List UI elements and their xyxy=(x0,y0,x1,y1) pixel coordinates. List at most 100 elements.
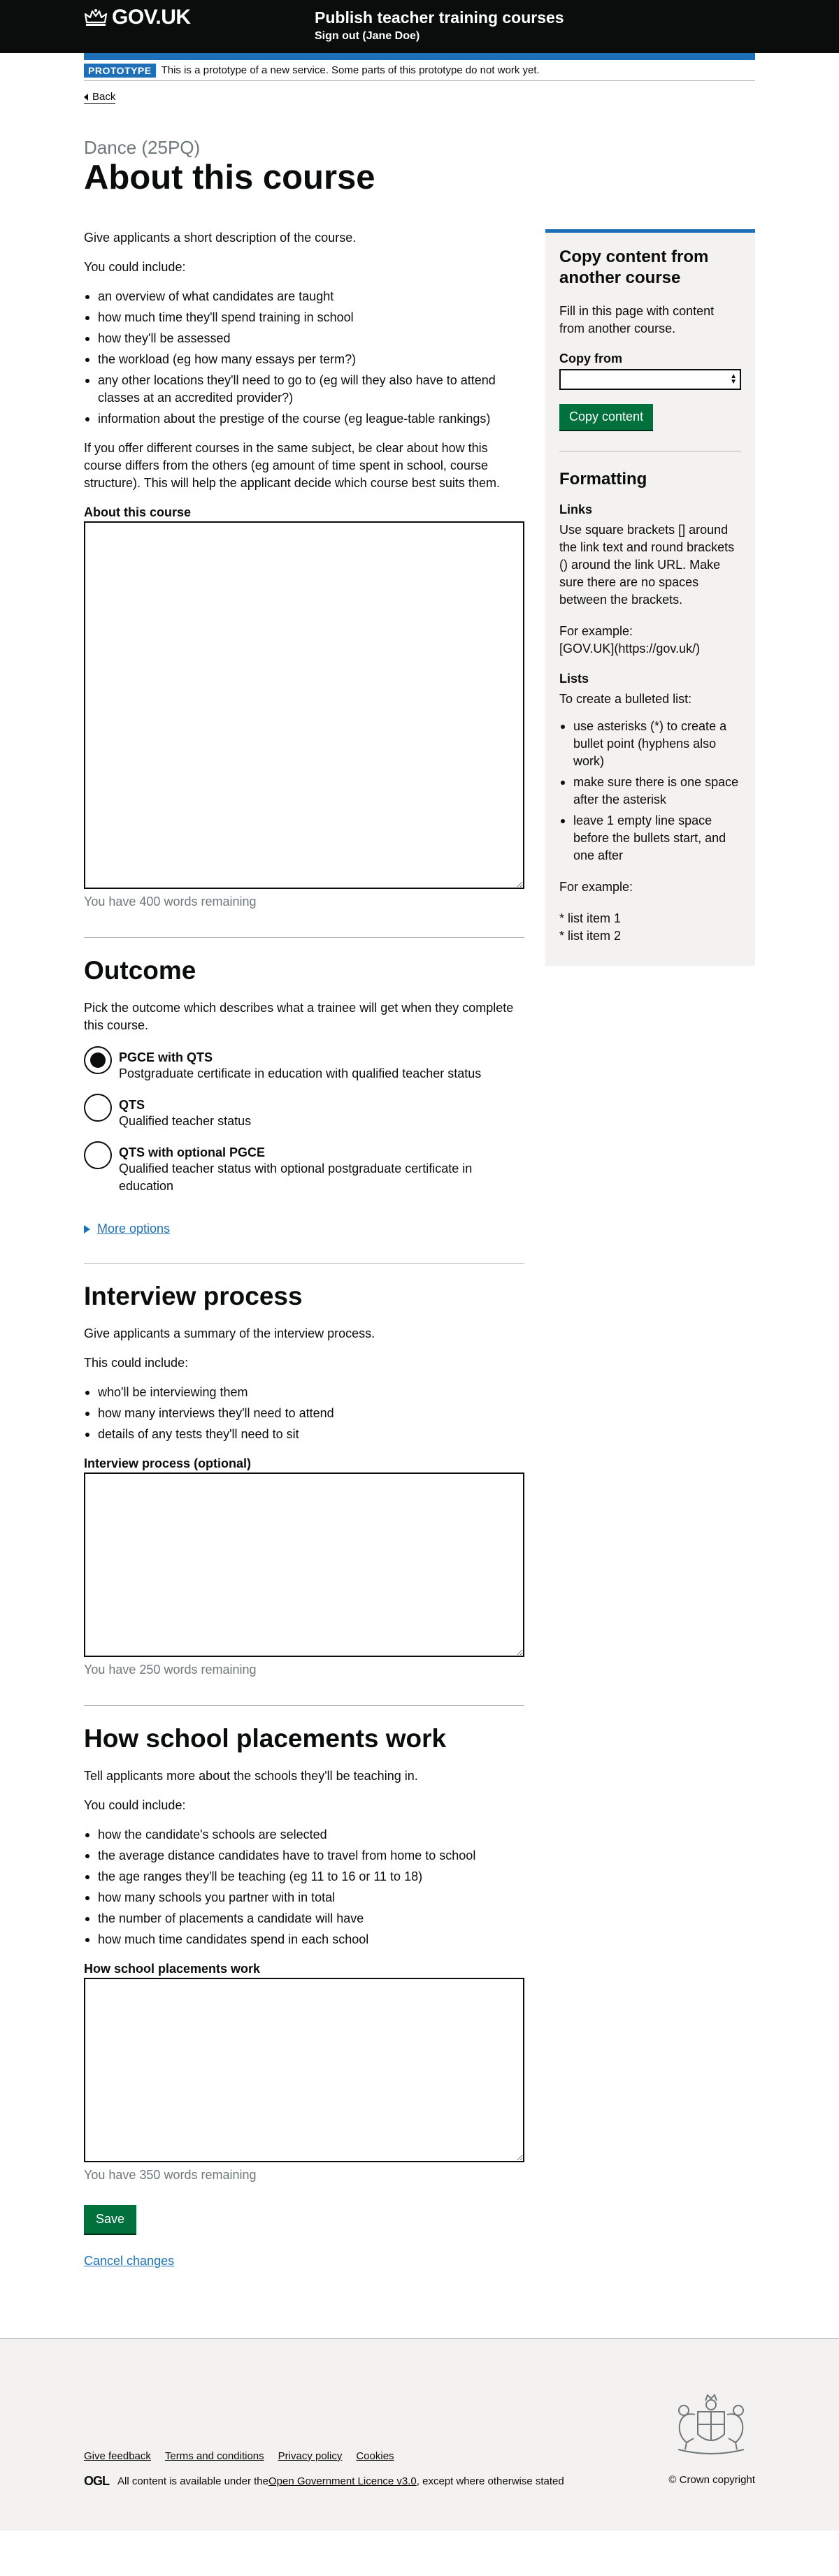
about-label: About this course xyxy=(84,505,192,520)
list-item: the average distance candidates have to … xyxy=(84,1847,524,1865)
list-item: details of any tests they'll need to sit xyxy=(84,1426,524,1443)
section-divider xyxy=(84,1705,524,1706)
more-options-details[interactable]: More options xyxy=(84,1222,524,1236)
placements-textarea[interactable] xyxy=(84,1977,524,2162)
list-item: who'll be interviewing them xyxy=(84,1384,524,1401)
back-link[interactable]: Back xyxy=(84,91,116,104)
phase-tag: PROTOTYPE xyxy=(84,63,156,78)
list-item: make sure there is one space after the a… xyxy=(559,774,741,809)
copyright: © Crown copyright xyxy=(668,2473,755,2486)
list-item: the workload (eg how many essays per ter… xyxy=(84,351,524,368)
copy-content-text: Fill in this page with content from anot… xyxy=(559,304,715,336)
radio-qts[interactable]: QTS Qualified teacher status xyxy=(84,1094,524,1130)
footer-link-terms[interactable]: Terms and conditions xyxy=(165,2450,264,2462)
lists-example-line: * list item 1 xyxy=(559,911,622,926)
licence-prefix: All content is available under the xyxy=(117,2475,268,2487)
radio-hint: Qualified teacher status xyxy=(119,1114,252,1129)
list-item: the age ranges they'll be teaching (eg 1… xyxy=(84,1868,524,1886)
copy-from-select[interactable]: ▲ ▼ xyxy=(559,369,741,391)
page-caption: Dance (25PQ) xyxy=(84,137,201,158)
service-name[interactable]: Publish teacher training courses xyxy=(315,8,564,27)
placements-word-count: You have 350 words remaining xyxy=(84,2167,257,2182)
copy-content-heading: Copy content from another course xyxy=(559,247,709,288)
placements-label: How school placements work xyxy=(84,1961,261,1976)
lists-intro: To create a bulleted list: xyxy=(559,692,692,707)
list-item: how the candidate's schools are selected xyxy=(84,1826,524,1844)
sign-out-link[interactable]: Sign out (Jane Doe) xyxy=(315,30,420,43)
main-column: Give applicants a short description of t… xyxy=(84,229,524,2268)
disclosure-triangle-icon xyxy=(84,1224,90,1233)
list-item: how they'll be assessed xyxy=(84,330,524,347)
interview-list: who'll be interviewing them how many int… xyxy=(84,1384,524,1443)
govuk-logo-link[interactable]: GOV.UK xyxy=(112,6,191,29)
royal-coat-of-arms-icon xyxy=(677,2393,745,2454)
list-item: information about the prestige of the co… xyxy=(84,410,524,428)
radio-label: QTS with optional PGCE xyxy=(119,1145,265,1160)
placements-could-include: You could include: xyxy=(84,1797,186,1812)
interview-heading: Interview process xyxy=(84,1282,303,1311)
list-item: an overview of what candidates are taugh… xyxy=(84,288,524,305)
radio-hint: Qualified teacher status with optional p… xyxy=(119,1162,473,1194)
about-textarea[interactable] xyxy=(84,521,524,890)
more-options-link[interactable]: More options xyxy=(97,1222,170,1236)
section-divider xyxy=(84,937,524,939)
outcome-radios: PGCE with QTS Postgraduate certificate i… xyxy=(84,1046,524,1195)
interview-textarea[interactable] xyxy=(84,1472,524,1657)
cancel-changes-link[interactable]: Cancel changes xyxy=(84,2254,524,2269)
section-divider xyxy=(84,1263,524,1264)
page-title: About this course xyxy=(84,159,375,196)
links-heading: Links xyxy=(559,502,593,517)
back-arrow-icon xyxy=(84,94,88,101)
about-word-count: You have 400 words remaining xyxy=(84,895,257,909)
footer-link-cookies[interactable]: Cookies xyxy=(356,2450,394,2462)
sidebar: Copy content from another course Fill in… xyxy=(545,229,755,2268)
select-arrows-icon: ▲ ▼ xyxy=(730,372,737,386)
radio-pgce-with-qts[interactable]: PGCE with QTS Postgraduate certificate i… xyxy=(84,1046,524,1083)
list-item: use asterisks (*) to create a bullet poi… xyxy=(559,718,741,770)
formatting-heading: Formatting xyxy=(559,470,647,489)
radio-circle[interactable] xyxy=(84,1094,112,1122)
interview-label: Interview process (optional) xyxy=(84,1456,252,1470)
lists-heading: Lists xyxy=(559,672,589,686)
interview-intro: Give applicants a summary of the intervi… xyxy=(84,1326,375,1340)
list-item: the number of placements a candidate wil… xyxy=(84,1910,524,1927)
radio-label: PGCE with QTS xyxy=(119,1050,213,1065)
site-header: GOV.UK Publish teacher training courses … xyxy=(0,0,839,53)
radio-circle[interactable] xyxy=(84,1046,112,1075)
crown-icon xyxy=(84,9,108,26)
radio-selected-dot xyxy=(90,1052,106,1069)
interview-could-include: This could include: xyxy=(84,1355,189,1370)
outcome-heading: Outcome xyxy=(84,956,196,985)
lists-example-line: * list item 2 xyxy=(559,929,622,943)
copy-content-button[interactable]: Copy content xyxy=(559,404,654,430)
outcome-hint: Pick the outcome which describes what a … xyxy=(84,1001,514,1033)
list-item: how many interviews they'll need to atte… xyxy=(84,1405,524,1422)
footer-link-feedback[interactable]: Give feedback xyxy=(84,2450,151,2462)
copy-from-label: Copy from xyxy=(559,352,622,366)
header-blue-bar xyxy=(84,53,755,60)
list-item: how much time candidates spend in each s… xyxy=(84,1931,524,1948)
licence-link[interactable]: Open Government Licence v3.0 xyxy=(268,2475,417,2487)
site-footer: Give feedback Terms and conditions Priva… xyxy=(0,2338,839,2531)
phase-banner: PROTOTYPE This is a prototype of a new s… xyxy=(84,60,755,81)
placements-list: how the candidate's schools are selected… xyxy=(84,1826,524,1948)
footer-link-privacy[interactable]: Privacy policy xyxy=(278,2450,343,2462)
lists-example-label: For example: xyxy=(559,880,633,895)
list-item: how much time they'll spend training in … xyxy=(84,309,524,326)
radio-qts-with-optional-pgce[interactable]: QTS with optional PGCE Qualified teacher… xyxy=(84,1141,524,1195)
radio-label: QTS xyxy=(119,1098,145,1113)
about-could-include: You could include: xyxy=(84,260,186,275)
footer-links: Give feedback Terms and conditions Priva… xyxy=(84,2450,408,2462)
licence-suffix: , except where otherwise stated xyxy=(416,2475,564,2487)
about-intro: Give applicants a short description of t… xyxy=(84,231,357,245)
placements-heading: How school placements work xyxy=(84,1723,447,1753)
radio-circle[interactable] xyxy=(84,1141,112,1170)
about-note: If you offer different courses in the sa… xyxy=(84,441,500,491)
lists-instructions: use asterisks (*) to create a bullet poi… xyxy=(559,718,741,864)
placements-intro: Tell applicants more about the schools t… xyxy=(84,1768,418,1783)
ogl-logo-icon: OGL xyxy=(84,2473,110,2488)
phase-banner-text: This is a prototype of a new service. So… xyxy=(161,64,540,76)
copy-content-panel: Copy content from another course Fill in… xyxy=(545,229,755,967)
links-example: [GOV.UK](https://gov.uk/) xyxy=(559,642,701,656)
save-button[interactable]: Save xyxy=(84,2204,137,2234)
